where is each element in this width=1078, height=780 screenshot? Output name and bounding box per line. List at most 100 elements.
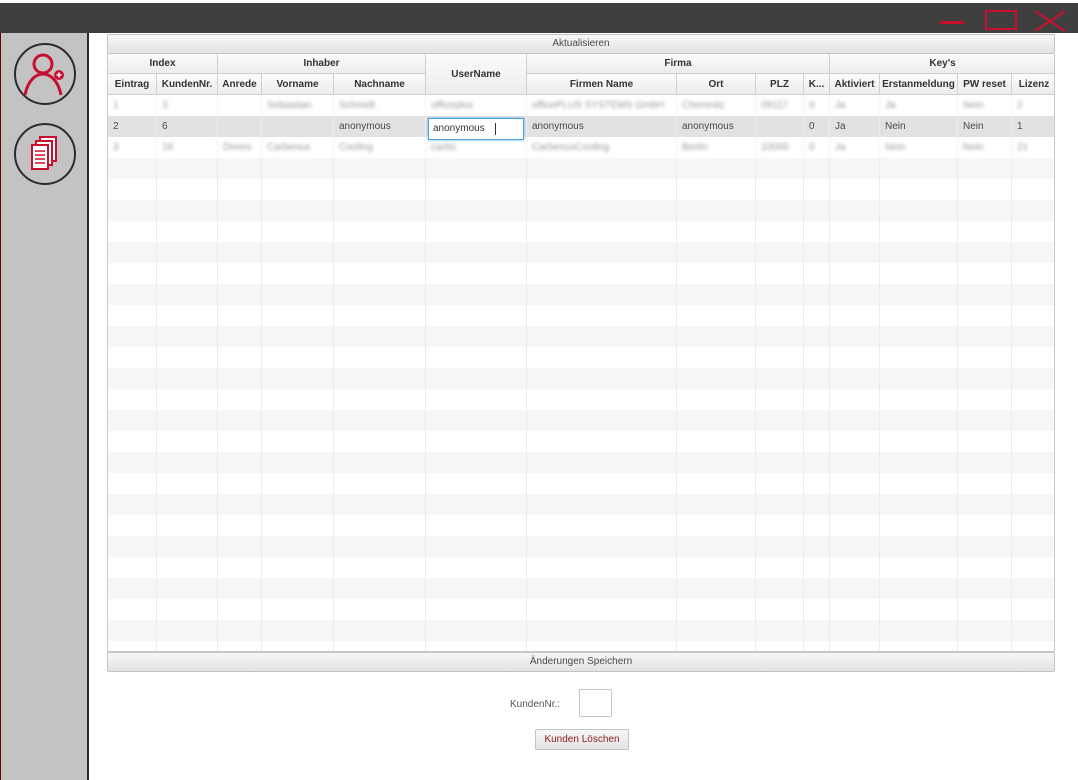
- table-cell-entry: [108, 641, 157, 651]
- table-cell-entry[interactable]: 2: [108, 116, 157, 137]
- table-row[interactable]: 2 6 anonymous anonymous anonymous 0 Ja Nein Nein…: [108, 116, 1054, 140]
- table-cell-zip[interactable]: 10000: [756, 137, 804, 158]
- table-cell-pw-reset[interactable]: Nein: [958, 137, 1012, 158]
- table-cell-activated[interactable]: Ja: [830, 116, 880, 137]
- table-cell-company-name[interactable]: officePLUS SYSTEMS GmbH: [527, 95, 677, 116]
- table-cell-first-login: [880, 473, 958, 494]
- column-header-username[interactable]: UserName: [426, 54, 527, 95]
- table-cell-company-name[interactable]: CarbenusCooling: [527, 137, 677, 158]
- table-cell-activated[interactable]: Ja: [830, 137, 880, 158]
- table-cell-city[interactable]: Chemnitz: [677, 95, 756, 116]
- column-header-salutation[interactable]: Anrede: [218, 74, 262, 95]
- delete-customer-button[interactable]: Kunden Löschen: [535, 729, 629, 750]
- column-header-company-name[interactable]: Firmen Name: [527, 74, 677, 95]
- table-cell-city: [677, 452, 756, 473]
- table-cell-username[interactable]: officeplus: [426, 95, 527, 116]
- column-header-license[interactable]: Lizenz: [1012, 74, 1054, 95]
- table-cell-entry[interactable]: 3: [108, 137, 157, 158]
- minimize-icon[interactable]: [937, 17, 967, 27]
- table-cell-company-name[interactable]: anonymous: [527, 116, 677, 137]
- maximize-icon[interactable]: [985, 10, 1017, 30]
- table-cell-pw-reset[interactable]: Nein: [958, 116, 1012, 137]
- table-cell-pw-reset: [958, 326, 1012, 347]
- table-cell-customer-no[interactable]: 3: [157, 95, 218, 116]
- table-cell-first-login: [880, 557, 958, 578]
- table-cell-k[interactable]: 0: [804, 137, 830, 158]
- table-cell-last-name: [334, 452, 426, 473]
- table-cell-salutation: [218, 473, 262, 494]
- column-header-last-name[interactable]: Nachname: [334, 74, 426, 95]
- table-cell-activated[interactable]: Ja: [830, 95, 880, 116]
- column-header-zip[interactable]: PLZ: [756, 74, 804, 95]
- table-cell-salutation[interactable]: [218, 95, 262, 116]
- column-header-pw-reset[interactable]: PW reset: [958, 74, 1012, 95]
- table-cell-salutation[interactable]: [218, 116, 262, 137]
- table-cell-last-name: [334, 263, 426, 284]
- column-header-activated[interactable]: Aktiviert: [830, 74, 880, 95]
- table-cell-username[interactable]: carbo: [426, 137, 527, 158]
- table-cell-first-name[interactable]: Sebastian: [262, 95, 334, 116]
- documents-button[interactable]: [14, 123, 76, 185]
- table-cell-first-name: [262, 242, 334, 263]
- empty-table-row: [108, 284, 1054, 305]
- table-cell-company-name: [527, 242, 677, 263]
- table-cell-license: [1012, 620, 1054, 641]
- table-cell-company-name: [527, 641, 677, 651]
- add-customer-button[interactable]: [14, 43, 76, 105]
- table-cell-activated: [830, 263, 880, 284]
- update-button[interactable]: Aktualisieren: [107, 34, 1055, 54]
- table-cell-customer-no: [157, 389, 218, 410]
- table-cell-pw-reset: [958, 347, 1012, 368]
- table-cell-last-name[interactable]: anonymous: [334, 116, 426, 137]
- table-cell-entry: [108, 515, 157, 536]
- table-cell-first-name[interactable]: [262, 116, 334, 137]
- table-cell-salutation: [218, 284, 262, 305]
- table-cell-city: [677, 158, 756, 179]
- save-changes-button[interactable]: Änderungen Speichern: [107, 652, 1055, 672]
- table-cell-license[interactable]: 1: [1012, 116, 1054, 137]
- table-cell-first-login[interactable]: Nein: [880, 116, 958, 137]
- table-cell-first-name[interactable]: Carbenus: [262, 137, 334, 158]
- table-cell-zip: [756, 452, 804, 473]
- table-cell-pw-reset: [958, 494, 1012, 515]
- table-cell-k[interactable]: 0: [804, 95, 830, 116]
- empty-table-row: [108, 452, 1054, 473]
- table-row[interactable]: 3 18 Divers Carbenus Cooling carbo CarbenusCoo…: [108, 137, 1054, 158]
- table-cell-last-name: [334, 284, 426, 305]
- table-cell-license: [1012, 536, 1054, 557]
- table-cell-first-name: [262, 368, 334, 389]
- customer-table: Index Inhaber UserName Firma Key's Eintr…: [107, 54, 1055, 652]
- table-cell-salutation: [218, 263, 262, 284]
- table-cell-activated: [830, 284, 880, 305]
- table-cell-activated: [830, 221, 880, 242]
- table-cell-salutation: [218, 641, 262, 651]
- table-cell-zip[interactable]: [756, 116, 804, 137]
- table-cell-license: [1012, 221, 1054, 242]
- column-header-k[interactable]: K...: [804, 74, 830, 95]
- column-header-entry[interactable]: Eintrag: [108, 74, 157, 95]
- column-header-first-login[interactable]: Erstanmeldung: [880, 74, 958, 95]
- column-header-customer-no[interactable]: KundenNr.: [157, 74, 218, 95]
- table-cell-first-login[interactable]: Ja: [880, 95, 958, 116]
- table-row[interactable]: 1 3 Sebastian Schmidt officeplus officePLUS S…: [108, 95, 1054, 116]
- close-icon[interactable]: [1033, 9, 1067, 33]
- table-cell-last-name[interactable]: Cooling: [334, 137, 426, 158]
- table-cell-salutation[interactable]: Divers: [218, 137, 262, 158]
- column-header-first-name[interactable]: Vorname: [262, 74, 334, 95]
- table-cell-license[interactable]: 2: [1012, 95, 1054, 116]
- column-header-city[interactable]: Ort: [677, 74, 756, 95]
- table-cell-city[interactable]: anonymous: [677, 116, 756, 137]
- table-cell-pw-reset[interactable]: Nein: [958, 95, 1012, 116]
- table-cell-first-login[interactable]: Nein: [880, 137, 958, 158]
- table-cell-customer-no[interactable]: 18: [157, 137, 218, 158]
- table-cell-entry[interactable]: 1: [108, 95, 157, 116]
- table-cell-username: [426, 641, 527, 651]
- customer-number-input[interactable]: [579, 689, 612, 717]
- table-cell-license[interactable]: 21: [1012, 137, 1054, 158]
- table-cell-last-name[interactable]: Schmidt: [334, 95, 426, 116]
- table-cell-city[interactable]: Berlin: [677, 137, 756, 158]
- table-cell-customer-no[interactable]: 6: [157, 116, 218, 137]
- table-cell-activated: [830, 557, 880, 578]
- table-cell-k[interactable]: 0: [804, 116, 830, 137]
- table-cell-zip[interactable]: 09117: [756, 95, 804, 116]
